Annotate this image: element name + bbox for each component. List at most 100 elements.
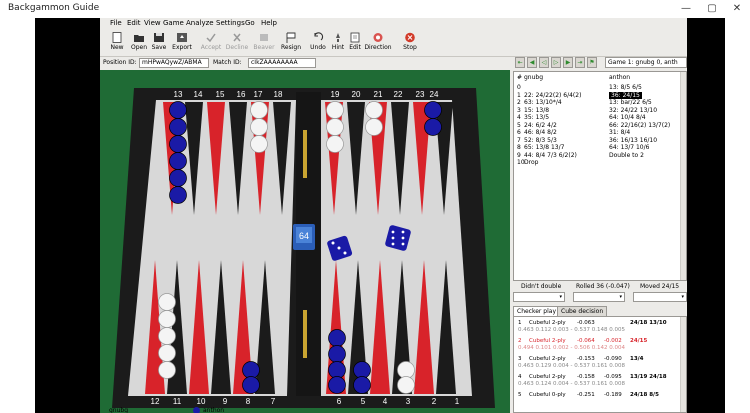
ml-anthon-move[interactable]: 64: 10/4 8/4	[609, 114, 646, 121]
game-select[interactable]: Game 1: gnubg 0, anth	[605, 57, 687, 68]
export-button[interactable]: Export	[169, 31, 195, 56]
analysis-row[interactable]: 4 Cubeful 2-ply -0.158 -0.095 13/19 24/18 0.4…	[514, 373, 682, 389]
match-id-field[interactable]: cIkZAAAAAAAA	[248, 58, 316, 68]
menu-settings[interactable]: Settings	[216, 19, 245, 27]
minimize-button[interactable]: —	[673, 0, 699, 18]
doubling-cube[interactable]: 64	[293, 224, 315, 250]
checker-blue[interactable]	[169, 169, 187, 187]
checker-blue[interactable]	[328, 329, 346, 347]
menu-analyze[interactable]: Analyze	[186, 19, 214, 27]
ml-anthon-move[interactable]: 36: 24/15	[609, 91, 642, 99]
ml-gnubg-move[interactable]: 52: 8/3 5/3	[524, 137, 557, 144]
direction-button[interactable]: Direction	[363, 31, 393, 56]
ml-anthon-move[interactable]: 13: bar/22 6/5	[609, 99, 652, 106]
move-list-scrollbar[interactable]	[680, 72, 686, 280]
checker-white[interactable]	[397, 361, 415, 379]
nav-first-icon[interactable]: ⇤	[515, 57, 525, 68]
checker-blue[interactable]	[242, 361, 260, 379]
ml-num: 4	[517, 114, 521, 121]
checker-blue[interactable]	[424, 118, 442, 136]
maximize-button[interactable]: ▢	[699, 0, 725, 18]
menu-edit[interactable]: Edit	[127, 19, 141, 27]
nav-prev-game-icon[interactable]: ◀	[527, 57, 537, 68]
checker-white[interactable]	[326, 118, 344, 136]
checker-blue[interactable]	[328, 376, 346, 394]
ml-anthon-move[interactable]: 13: 8/5 6/5	[609, 84, 642, 91]
decline-button[interactable]: Decline	[224, 31, 250, 56]
checker-white[interactable]	[365, 101, 383, 119]
checker-white[interactable]	[326, 101, 344, 119]
ml-gnubg-move[interactable]: 46: 8/4 8/2	[524, 129, 557, 136]
combo-1[interactable]: ▾	[513, 292, 565, 302]
checker-white[interactable]	[158, 327, 176, 345]
bar-hinge-bottom	[303, 310, 307, 358]
analysis-panel[interactable]: 1 Cubeful 2-ply -0.063 24/18 13/10 0.463 0.1…	[513, 316, 687, 413]
menu-help[interactable]: Help	[261, 19, 277, 27]
ml-gnubg-move[interactable]: 65: 13/8 13/7	[524, 144, 564, 151]
close-button[interactable]: ✕	[724, 0, 750, 18]
checker-blue[interactable]	[424, 101, 442, 119]
tab-cube-decision[interactable]: Cube decision	[557, 306, 608, 316]
stop-button[interactable]: Stop	[397, 31, 423, 56]
ml-gnubg-move[interactable]: 15: 13/8	[524, 107, 549, 114]
checker-white[interactable]	[250, 118, 268, 136]
checker-white[interactable]	[158, 344, 176, 362]
checker-white[interactable]	[250, 135, 268, 153]
tab-checker-play[interactable]: Checker play	[513, 306, 561, 316]
nav-prev-move-icon[interactable]: ◁	[539, 57, 549, 68]
ml-gnubg-move[interactable]: 24: 6/2 4/2	[524, 122, 557, 129]
menu-game[interactable]: Game	[163, 19, 184, 27]
nav-next-game-icon[interactable]: ▶	[563, 57, 573, 68]
checker-white[interactable]	[158, 293, 176, 311]
checker-white[interactable]	[365, 118, 383, 136]
move-list[interactable]: # gnubg anthon 0 13: 8/5 6/5 1 22: 24/22(2)…	[513, 71, 687, 281]
ml-anthon-move[interactable]: 31: 8/4	[609, 129, 630, 136]
ml-anthon-move[interactable]: Double to 2	[609, 152, 644, 159]
nav-last-icon[interactable]: ⇥	[575, 57, 585, 68]
accept-button[interactable]: Accept	[198, 31, 224, 56]
ml-anthon-move[interactable]: 64: 13/7 10/6	[609, 144, 649, 151]
checker-blue[interactable]	[353, 376, 371, 394]
ml-gnubg-move[interactable]: Drop	[524, 159, 538, 166]
checker-blue[interactable]	[169, 186, 187, 204]
checker-blue[interactable]	[328, 361, 346, 379]
checker-blue[interactable]	[328, 345, 346, 363]
nav-marker-icon[interactable]: ⚑	[587, 57, 597, 68]
checker-blue[interactable]	[242, 376, 260, 394]
checker-white[interactable]	[397, 376, 415, 394]
right-border	[687, 18, 725, 413]
beaver-button[interactable]: Beaver	[251, 31, 277, 56]
ml-gnubg-move[interactable]: 44: 8/4 7/3 6/2(2)	[524, 152, 577, 159]
ml-anthon-move[interactable]: 32: 24/22 13/10	[609, 107, 657, 114]
ml-anthon-move[interactable]: 36: 16/13 16/10	[609, 137, 657, 144]
backgammon-board[interactable]: 13 14 15 16 17 18 19 20 21 22 23 2412 11 10 9 8 7 6 5 4 3 2 1 …	[100, 70, 510, 413]
checker-blue[interactable]	[169, 118, 187, 136]
checker-white[interactable]	[250, 101, 268, 119]
analysis-scrollbar[interactable]	[680, 317, 686, 412]
analysis-row[interactable]: 2 Cubeful 2-ply -0.064 -0.002 24/15 0.494 0.1…	[514, 337, 682, 353]
ml-gnubg-move[interactable]: 63: 13/10*/4	[524, 99, 562, 106]
point-number-top: 19	[331, 90, 340, 99]
ml-gnubg-move[interactable]: 35: 13/5	[524, 114, 549, 121]
resign-button[interactable]: Resign	[278, 31, 304, 56]
edit-label: Edit	[349, 44, 361, 51]
analysis-row[interactable]: 3 Cubeful 2-ply -0.153 -0.090 13/4 0.463 0.12…	[514, 355, 682, 371]
combo-3[interactable]: ▾	[633, 292, 687, 302]
checker-blue[interactable]	[169, 101, 187, 119]
checker-blue[interactable]	[169, 152, 187, 170]
checker-white[interactable]	[158, 361, 176, 379]
menu-go[interactable]: Go	[245, 19, 255, 27]
menu-file[interactable]: File	[110, 19, 122, 27]
analysis-row[interactable]: 1 Cubeful 2-ply -0.063 24/18 13/10 0.463 0.1…	[514, 319, 682, 335]
nav-next-move-icon[interactable]: ▷	[551, 57, 561, 68]
menu-view[interactable]: View	[144, 19, 161, 27]
position-id-field[interactable]: mHPwAQywZ/ABMA	[139, 58, 209, 68]
checker-blue[interactable]	[353, 361, 371, 379]
ml-gnubg-move[interactable]: 22: 24/22(2) 6/4(2)	[524, 92, 581, 99]
checker-white[interactable]	[158, 310, 176, 328]
ml-anthon-move[interactable]: 66: 22/16(2) 13/7(2)	[609, 122, 670, 129]
combo-2[interactable]: ▾	[573, 292, 625, 302]
checker-white[interactable]	[326, 135, 344, 153]
checker-blue[interactable]	[169, 135, 187, 153]
analysis-row[interactable]: 5 Cubeful 0-ply -0.251 -0.189 24/18 8/5	[514, 391, 682, 407]
